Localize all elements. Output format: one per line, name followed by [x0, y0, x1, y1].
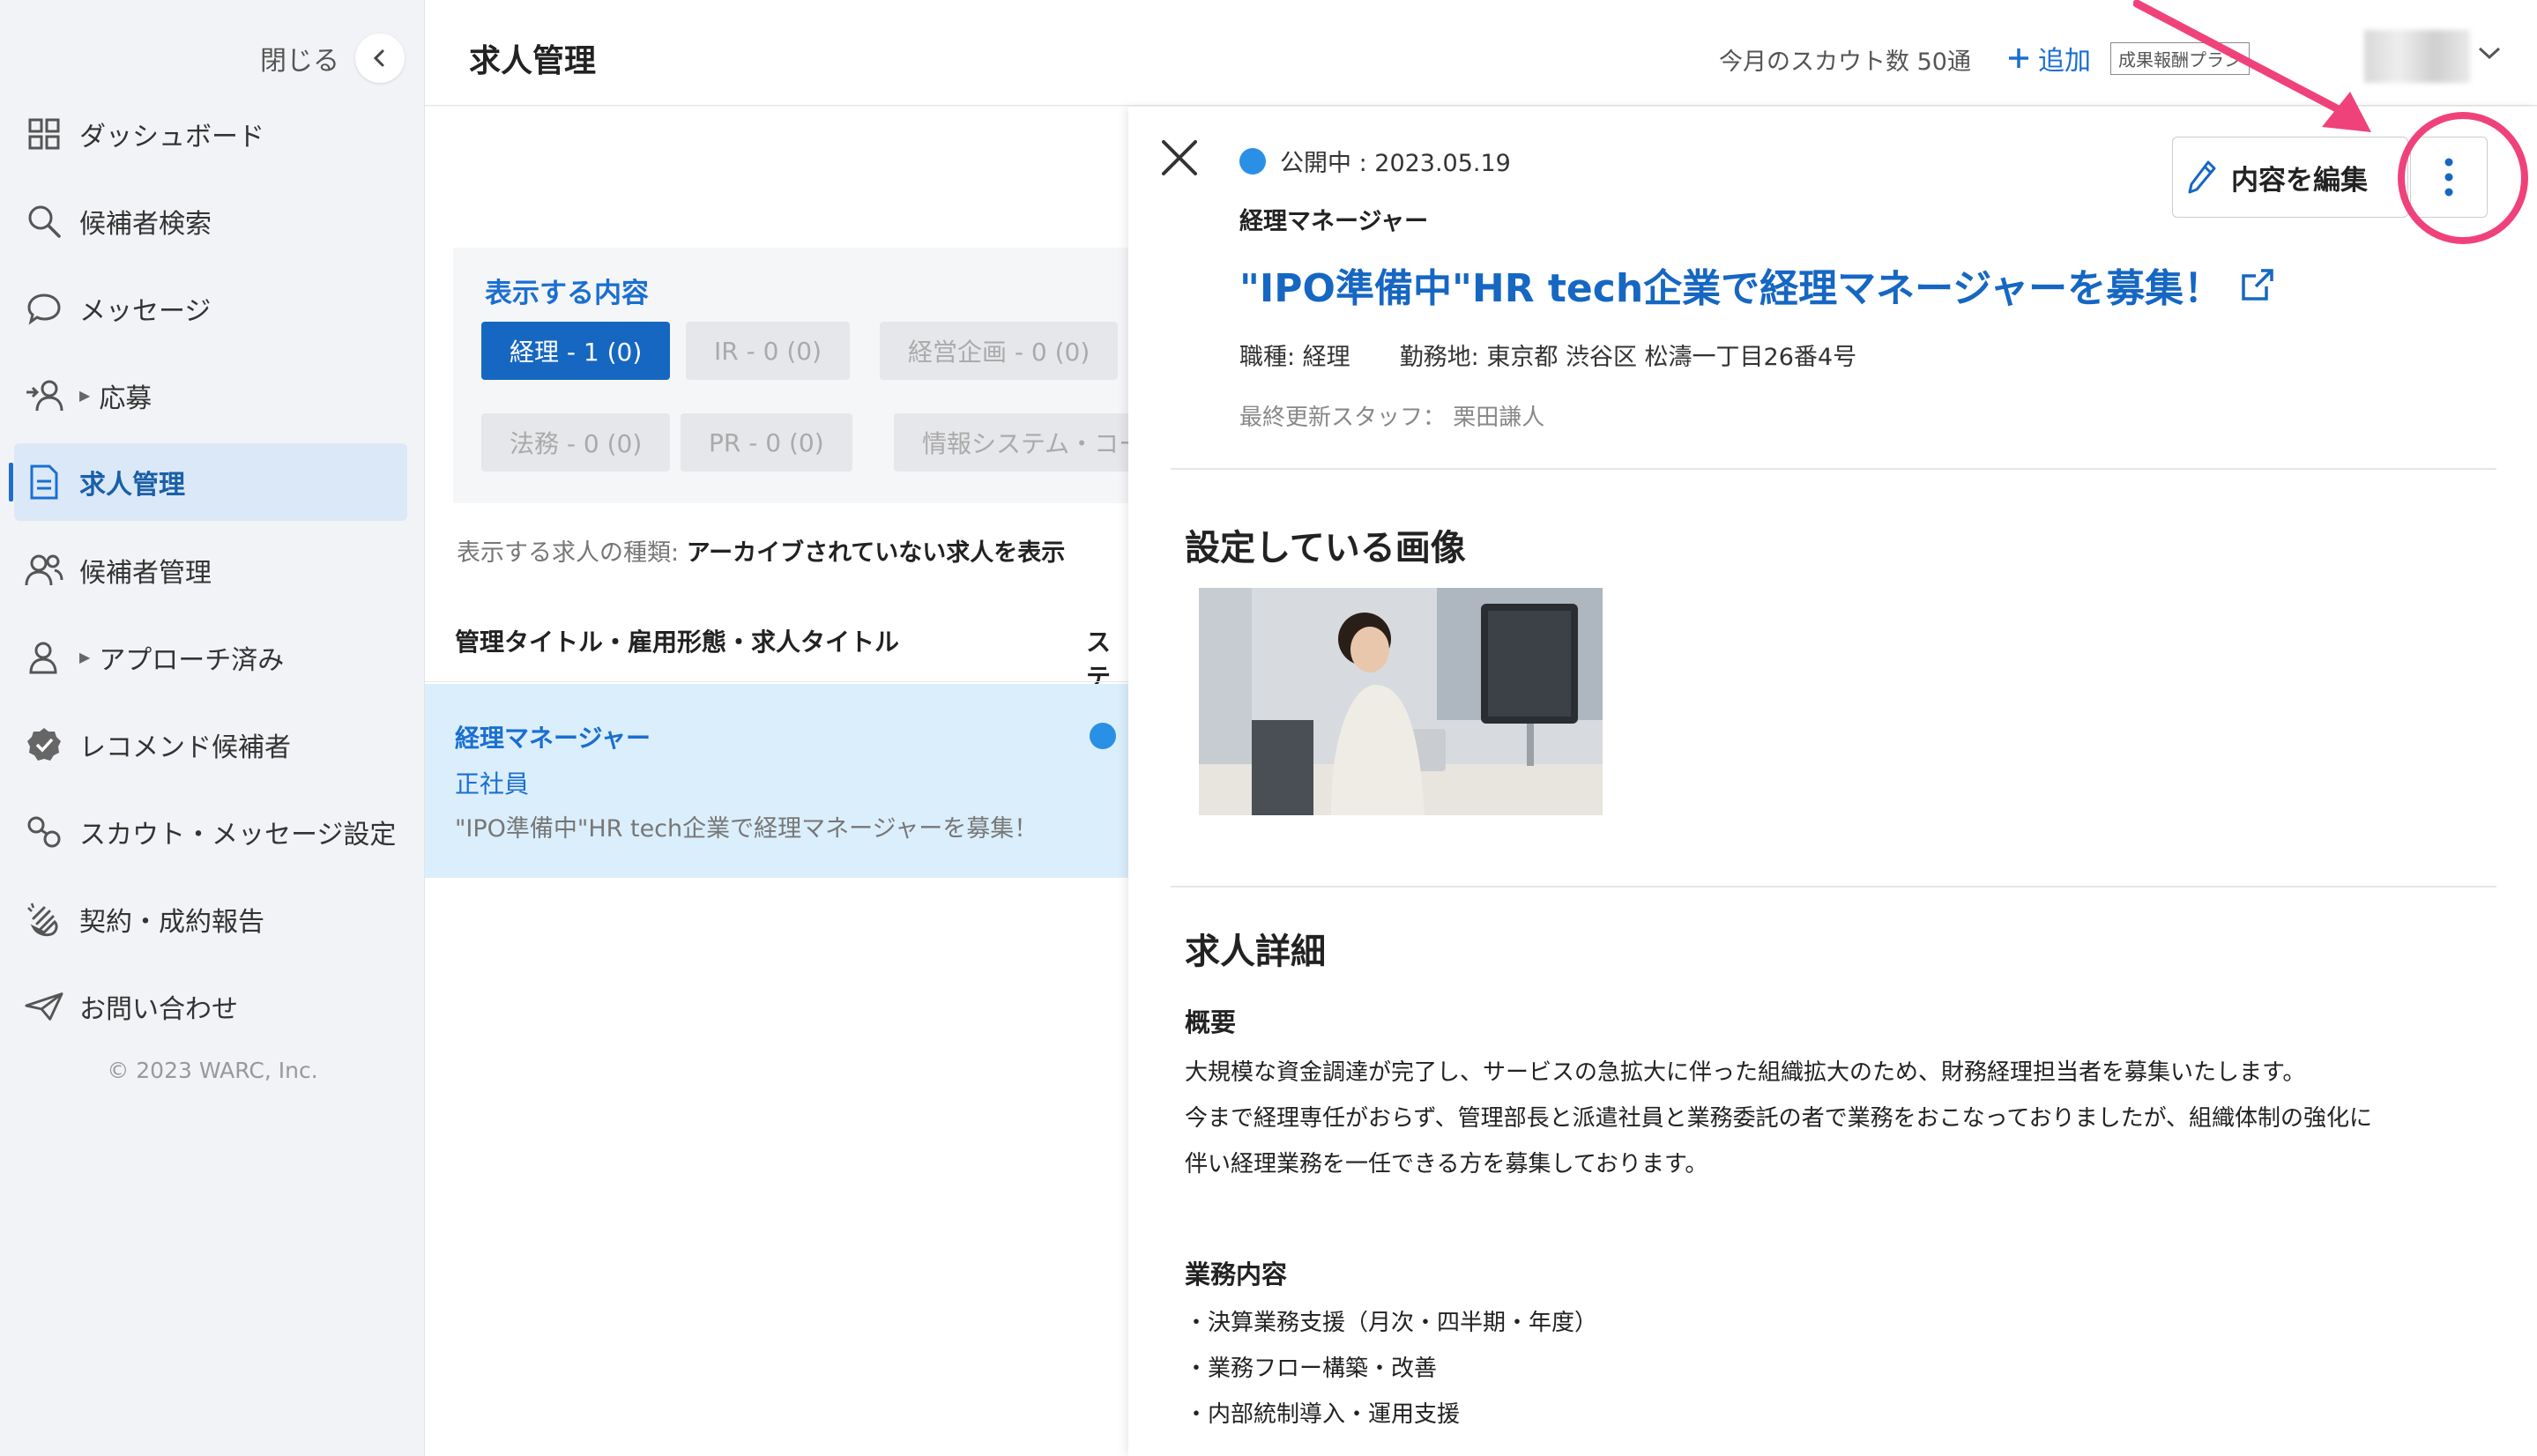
sidebar: 閉じる ダッシュボード 候補者検索 メッセージ ▶ 応募 求人管理 候補者管理 … [0, 0, 425, 1456]
sidebar-item-contract-report[interactable]: 契約・成約報告 [0, 875, 425, 962]
job-image [1199, 588, 1603, 815]
archive-label: 表示する求人の種類: [457, 539, 680, 567]
filter-chip-pr[interactable]: PR - 0 (0) [681, 413, 852, 472]
sidebar-item-candidate-management[interactable]: 候補者管理 [0, 526, 425, 613]
sidebar-item-applications[interactable]: ▶ 応募 [0, 352, 425, 439]
sidebar-item-contact[interactable]: お問い合わせ [0, 962, 425, 1050]
scout-count: 今月のスカウト数 50通 [1719, 48, 1971, 76]
sidebar-item-candidate-search[interactable]: 候補者検索 [0, 177, 425, 264]
applicant-icon [25, 376, 63, 415]
add-label: 追加 [2038, 46, 2091, 77]
table-row[interactable]: 経理マネージャー 正社員 "IPO準備中"HR tech企業で経理マネージャーを… [425, 684, 1130, 878]
images-section-title: 設定している画像 [1185, 528, 1466, 568]
external-link-icon[interactable] [2240, 267, 2275, 302]
sidebar-item-label: 候補者管理 [79, 557, 212, 589]
sidebar-item-label: 応募 [99, 383, 153, 414]
sidebar-close-row[interactable]: 閉じる [260, 33, 405, 83]
highlight-circle-annotation [2398, 112, 2528, 244]
job-title-text[interactable]: "IPO準備中"HR tech企業で経理マネージャーを募集！ [1239, 256, 2222, 313]
detail-mgmt-title: 経理マネージャー [1239, 208, 1429, 235]
sidebar-item-label: ダッシュボード [79, 121, 264, 152]
person-icon [25, 638, 63, 677]
job-list-area: 表示する内容 経理 - 1 (0) IR - 0 (0) 経営企画 - 0 (0… [425, 107, 1197, 1456]
clap-icon [25, 900, 63, 939]
add-job-button[interactable]: 追加 [2006, 39, 2091, 78]
page-title: 求人管理 [469, 43, 597, 79]
chevron-left-icon [373, 49, 384, 67]
divider [1171, 468, 2496, 470]
sidebar-item-label: お問い合わせ [79, 993, 238, 1025]
archive-value[interactable]: アーカイブされていない求人を表示 [687, 539, 1066, 567]
last-updated-staff: 最終更新スタッフ： 栗田謙人 [1239, 405, 1545, 431]
copyright: © 2023 WARC, Inc. [107, 1058, 318, 1083]
verified-badge-icon [25, 725, 63, 764]
row-employment-type: 正社員 [455, 769, 530, 799]
overview-line: 今まで経理専任がおらず、管理部長と派遣社員と業務委託の者で業務をおこなっておりま… [1185, 1105, 2373, 1132]
job-meta: 職種: 経理 勤務地: 東京都 渋谷区 松濤一丁目26番4号 [1239, 338, 1856, 372]
overview-line: 伴い経理業務を一任できる方を募集しております。 [1185, 1151, 1708, 1177]
people-icon [25, 551, 63, 590]
sidebar-item-label: レコメンド候補者 [79, 732, 291, 763]
expand-caret-icon: ▶ [79, 649, 91, 665]
filter-title: 表示する内容 [485, 278, 649, 309]
expand-caret-icon: ▶ [79, 387, 91, 404]
divider [1171, 886, 2496, 888]
sidebar-item-label: アプローチ済み [99, 644, 285, 676]
sidebar-item-label: 求人管理 [79, 470, 185, 501]
job-type: 職種: 経理 [1239, 344, 1350, 371]
list-item: ・内部統制導入・運用支援 [1185, 1401, 1461, 1428]
list-item: ・決算業務支援（月次・四半期・年度） [1185, 1310, 1598, 1336]
dashboard-icon [25, 115, 63, 153]
job-title-link[interactable]: "IPO準備中"HR tech企業で経理マネージャーを募集！ [1239, 256, 2275, 313]
status-dot-icon [1090, 723, 1116, 749]
filter-chip-accounting[interactable]: 経理 - 1 (0) [481, 322, 671, 380]
pencil-icon [2188, 160, 2216, 194]
chevron-down-icon[interactable] [2477, 44, 2502, 62]
duties-title: 業務内容 [1185, 1259, 1288, 1289]
divider [425, 681, 1130, 682]
status-text: 公開中 : 2023.05.19 [1280, 150, 1511, 177]
sidebar-item-label: 契約・成約報告 [79, 906, 264, 938]
filter-chip-corporate-planning[interactable]: 経営企画 - 0 (0) [880, 322, 1119, 380]
sidebar-item-scout-message-settings[interactable]: スカウト・メッセージ設定 [0, 788, 425, 875]
sidebar-item-approached[interactable]: ▶ アプローチ済み [0, 613, 425, 701]
filter-chip-legal[interactable]: 法務 - 0 (0) [481, 413, 671, 472]
row-job-title: "IPO準備中"HR tech企業で経理マネージャーを募集！ [455, 815, 1038, 843]
sidebar-item-label: メッセージ [79, 295, 212, 327]
archive-filter-line[interactable]: 表示する求人の種類: アーカイブされていない求人を表示 [457, 533, 1065, 568]
column-header-title[interactable]: 管理タイトル・雇用形態・求人タイトル [455, 623, 899, 658]
settings-link-icon [25, 813, 63, 851]
document-icon [25, 463, 63, 501]
chat-icon [25, 289, 63, 328]
sidebar-item-label: スカウト・メッセージ設定 [79, 819, 397, 851]
overview-text: 大規模な資金調達が完了し、サービスの急拡大に伴った組織拡大のため、財務経理担当者… [1185, 1050, 2489, 1187]
row-mgmt-title[interactable]: 経理マネージャー [455, 719, 651, 754]
overview-line: 大規模な資金調達が完了し、サービスの急拡大に伴った組織拡大のため、財務経理担当者… [1185, 1059, 2306, 1086]
sidebar-item-messages[interactable]: メッセージ [0, 264, 425, 352]
filter-chip-ir[interactable]: IR - 0 (0) [686, 322, 850, 380]
sidebar-item-label: 候補者検索 [79, 208, 212, 240]
sidebar-item-dashboard[interactable]: ダッシュボード [0, 90, 425, 177]
publish-status: 公開中 : 2023.05.19 [1239, 144, 1511, 178]
pointer-arrow-annotation [2133, 0, 2371, 132]
job-location: 勤務地: 東京都 渋谷区 松濤一丁目26番4号 [1399, 344, 1857, 371]
duties-list: ・決算業務支援（月次・四半期・年度） ・業務フロー構築・改善 ・内部統制導入・運… [1185, 1300, 1597, 1437]
paper-plane-icon [25, 987, 63, 1026]
plus-icon [2009, 48, 2028, 68]
column-header-status[interactable]: ステ [1086, 623, 1130, 694]
sidebar-close-label[interactable]: 閉じる [260, 39, 339, 78]
close-icon[interactable] [1155, 133, 1204, 182]
list-item: ・業務フロー構築・改善 [1185, 1356, 1438, 1382]
edit-label: 内容を編集 [2231, 164, 2368, 197]
details-section-title: 求人詳細 [1185, 932, 1326, 972]
sidebar-nav: ダッシュボード 候補者検索 メッセージ ▶ 応募 求人管理 候補者管理 ▶ アプ… [0, 90, 425, 1050]
status-dot-icon [1239, 147, 1266, 175]
collapse-sidebar-button[interactable] [355, 33, 405, 83]
filter-panel: 表示する内容 経理 - 1 (0) IR - 0 (0) 経営企画 - 0 (0… [453, 248, 1197, 503]
search-icon [25, 202, 63, 241]
sidebar-item-job-management[interactable]: 求人管理 [9, 443, 407, 521]
sidebar-item-recommended[interactable]: レコメンド候補者 [0, 701, 425, 788]
overview-title: 概要 [1185, 1007, 1237, 1037]
job-detail-panel: 公開中 : 2023.05.19 経理マネージャー "IPO準備中"HR tec… [1128, 107, 2537, 1456]
